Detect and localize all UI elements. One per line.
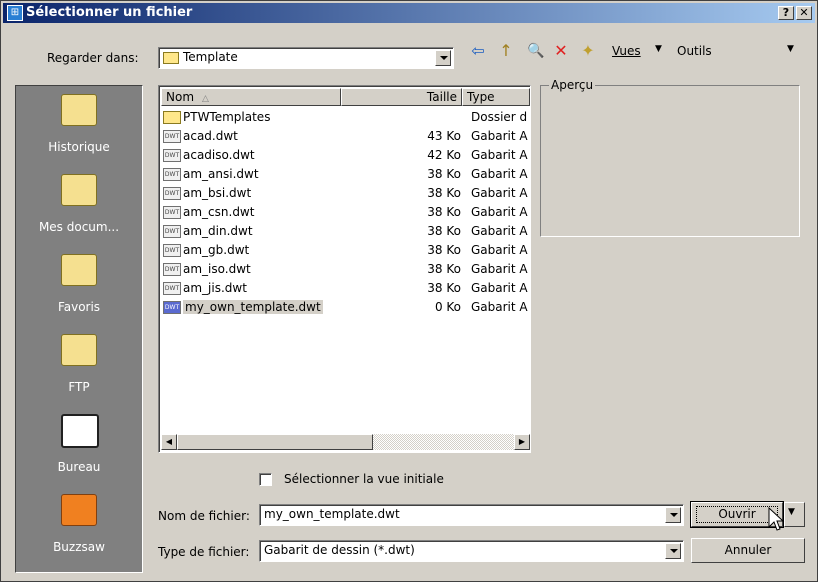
filetype-dropdown-button[interactable] — [665, 543, 681, 559]
place-label: Buzzsaw — [53, 540, 105, 554]
folder-icon — [163, 111, 181, 124]
sort-ascending-icon: △ — [202, 94, 209, 104]
file-list[interactable]: Nom △ Taille Type PTWTemplates Dossier d D… — [158, 85, 531, 453]
place-my-documents[interactable]: Mes docum... — [16, 168, 142, 246]
list-item[interactable]: DWT am_iso.dwt 38 Ko Gabarit A — [161, 260, 530, 279]
list-item[interactable]: DWT acadiso.dwt 42 Ko Gabarit A — [161, 146, 530, 165]
look-in-value: Template — [183, 50, 238, 64]
place-ftp[interactable]: FTP — [16, 328, 142, 406]
place-desktop[interactable]: Bureau — [16, 408, 142, 486]
list-item[interactable]: DWT am_csn.dwt 38 Ko Gabarit A — [161, 203, 530, 222]
place-label: Bureau — [57, 460, 101, 474]
place-history[interactable]: Historique — [16, 88, 142, 166]
filename-label: Nom de fichier: — [158, 509, 250, 523]
scroll-right-icon[interactable]: ▶ — [514, 434, 530, 450]
place-label: FTP — [68, 380, 90, 394]
up-folder-icon[interactable]: ↑ — [495, 41, 517, 61]
help-button[interactable]: ? — [778, 6, 794, 20]
filetype-select[interactable]: Gabarit de dessin (*.dwt) — [259, 540, 684, 562]
initial-view-label: Sélectionner la vue initiale — [284, 472, 444, 486]
filename-dropdown-button[interactable] — [665, 507, 681, 523]
list-item[interactable]: DWT am_ansi.dwt 38 Ko Gabarit A — [161, 165, 530, 184]
buzzsaw-icon — [61, 494, 97, 526]
look-in-label: Regarder dans: — [47, 51, 139, 65]
look-in-dropdown-button[interactable] — [435, 50, 451, 66]
column-name-label: Nom — [166, 90, 195, 104]
favorites-icon — [61, 254, 97, 286]
list-item[interactable]: DWT am_gb.dwt 38 Ko Gabarit A — [161, 241, 530, 260]
mouse-cursor-icon — [768, 507, 785, 531]
filetype-label: Type de fichier: — [158, 545, 250, 559]
dwt-file-icon: DWT — [163, 130, 181, 143]
dwt-file-icon: DWT — [163, 301, 181, 314]
views-dropdown-icon[interactable]: ▼ — [655, 44, 662, 54]
list-item[interactable]: DWT am_jis.dwt 38 Ko Gabarit A — [161, 279, 530, 298]
filetype-value: Gabarit de dessin (*.dwt) — [264, 543, 415, 557]
tools-dropdown-icon[interactable]: ▼ — [787, 44, 794, 54]
list-item-selected[interactable]: DWT my_own_template.dwt 0 Ko Gabarit A — [161, 298, 530, 317]
ftp-icon — [61, 334, 97, 366]
dwt-file-icon: DWT — [163, 206, 181, 219]
cancel-button[interactable]: Annuler — [691, 538, 805, 563]
delete-icon[interactable]: ✕ — [550, 41, 572, 61]
place-label: Mes docum... — [38, 220, 120, 234]
dwt-file-icon: DWT — [163, 225, 181, 238]
file-dialog: ⊞ Sélectionner un fichier ? ✕ Regarder d… — [0, 0, 818, 582]
column-header-name[interactable]: Nom △ — [161, 88, 341, 106]
filename-field[interactable]: my_own_template.dwt — [259, 504, 684, 526]
search-web-icon[interactable]: 🔍 — [525, 41, 547, 61]
place-label: Favoris — [57, 300, 101, 314]
filename-value: my_own_template.dwt — [264, 507, 400, 521]
look-in-combo[interactable]: Template — [158, 47, 454, 69]
close-button[interactable]: ✕ — [796, 6, 812, 20]
list-item[interactable]: DWT am_bsi.dwt 38 Ko Gabarit A — [161, 184, 530, 203]
dwt-file-icon: DWT — [163, 244, 181, 257]
column-header-type[interactable]: Type — [462, 88, 530, 106]
horizontal-scrollbar[interactable]: ◀ ▶ — [161, 434, 530, 450]
places-bar: Historique Mes docum... Favoris FTP Bure… — [15, 85, 143, 573]
place-label: Historique — [48, 140, 110, 154]
dwt-file-icon: DWT — [163, 168, 181, 181]
chevron-down-icon: ▼ — [788, 507, 795, 517]
dialog-icon: ⊞ — [7, 5, 23, 21]
dwt-file-icon: DWT — [163, 282, 181, 295]
title-bar[interactable]: ⊞ Sélectionner un fichier ? ✕ — [3, 3, 815, 23]
scroll-left-icon[interactable]: ◀ — [161, 434, 177, 450]
back-icon[interactable]: ⇦ — [467, 41, 489, 61]
desktop-icon — [61, 414, 99, 448]
dwt-file-icon: DWT — [163, 149, 181, 162]
dialog-title: Sélectionner un fichier — [26, 5, 193, 20]
preview-label: Aperçu — [549, 78, 596, 92]
place-favorites[interactable]: Favoris — [16, 248, 142, 326]
dwt-file-icon: DWT — [163, 187, 181, 200]
place-buzzsaw[interactable]: Buzzsaw — [16, 488, 142, 566]
list-item[interactable]: PTWTemplates Dossier d — [161, 108, 530, 127]
history-icon — [61, 94, 97, 126]
list-item[interactable]: DWT am_din.dwt 38 Ko Gabarit A — [161, 222, 530, 241]
tools-menu[interactable]: Outils — [677, 44, 712, 58]
open-label: Ouvrir — [696, 506, 778, 523]
my-documents-icon — [61, 174, 97, 206]
list-item[interactable]: DWT acad.dwt 43 Ko Gabarit A — [161, 127, 530, 146]
open-options-button[interactable]: ▼ — [784, 502, 805, 527]
folder-icon — [163, 51, 179, 64]
preview-panel: Aperçu — [540, 78, 800, 237]
column-header-size[interactable]: Taille — [341, 88, 462, 106]
scroll-thumb[interactable] — [177, 434, 373, 450]
new-folder-icon[interactable]: ✦ — [577, 41, 599, 61]
initial-view-checkbox[interactable] — [259, 473, 272, 486]
dwt-file-icon: DWT — [163, 263, 181, 276]
views-menu[interactable]: Vues — [612, 44, 641, 58]
